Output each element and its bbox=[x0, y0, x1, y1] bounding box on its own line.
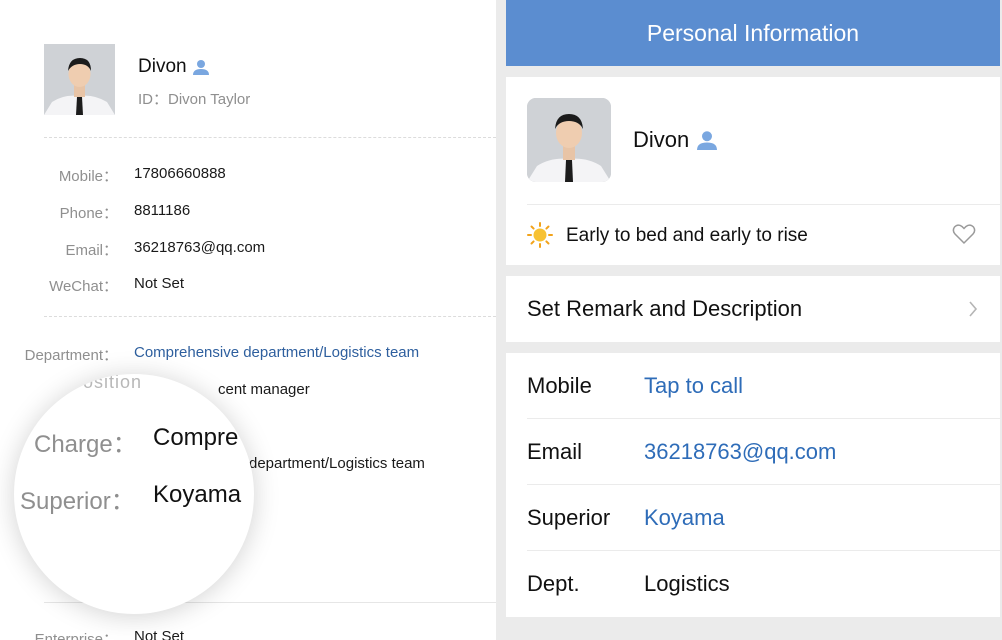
page-title: Personal Information bbox=[646, 19, 860, 46]
divider bbox=[44, 137, 496, 138]
avatar[interactable] bbox=[527, 98, 611, 182]
wechat-label: WeChat： bbox=[49, 278, 118, 295]
profile-name: Divon bbox=[138, 56, 187, 77]
person-icon bbox=[697, 130, 718, 150]
magnifier-charge-label: Charge： bbox=[34, 431, 137, 458]
department-value[interactable]: Comprehensive department/Logistics team bbox=[134, 344, 419, 361]
divider bbox=[527, 204, 1000, 205]
department-label: Department： bbox=[24, 347, 118, 364]
sun-icon bbox=[527, 222, 553, 253]
dept-row[interactable]: Dept. Logistics bbox=[506, 551, 1000, 617]
contact-detail-panel: Divon ID：Divon Taylor Mobile： 1780666088… bbox=[0, 0, 496, 640]
enterprise-row[interactable]: Enterprise： Not Set bbox=[0, 628, 496, 640]
personal-info-screen: Personal Information Divon Early to bed … bbox=[506, 0, 1000, 640]
email-row[interactable]: Email 36218763@qq.com bbox=[506, 419, 1000, 485]
email-link[interactable]: 36218763@qq.com bbox=[644, 439, 836, 465]
wechat-value: Not Set bbox=[134, 275, 185, 292]
nav-header: Personal Information bbox=[506, 0, 1000, 66]
wechat-row[interactable]: WeChat： Not Set bbox=[0, 275, 496, 295]
charge-value: department/Logistics team bbox=[249, 455, 425, 472]
contact-name: Divon bbox=[138, 56, 209, 78]
superior-row[interactable]: Superior Koyama bbox=[506, 485, 1000, 551]
info-card: Mobile Tap to call Email 36218763@qq.com… bbox=[506, 353, 1000, 617]
magnifier-superior-label: Superior： bbox=[20, 488, 135, 515]
email-label: Email： bbox=[65, 242, 118, 259]
profile-name: Divon bbox=[633, 127, 690, 152]
id-value: Divon Taylor bbox=[168, 91, 251, 108]
magnifier-superior-value: Koyama bbox=[153, 481, 242, 508]
phone-label: Phone： bbox=[59, 205, 118, 222]
mobile-row[interactable]: Mobile： 17806660888 bbox=[0, 165, 496, 185]
person-icon bbox=[192, 59, 209, 75]
position-value: cent manager bbox=[218, 381, 310, 398]
dept-label: Dept. bbox=[527, 571, 580, 596]
profile-card: Divon Early to bed and early to rise bbox=[506, 77, 1000, 265]
enterprise-label: Enterprise： bbox=[34, 631, 118, 640]
divider bbox=[44, 316, 496, 317]
email-row[interactable]: Email： 36218763@qq.com bbox=[0, 239, 496, 259]
profile-id: ID：Divon Taylor bbox=[138, 88, 250, 109]
superior-link[interactable]: Koyama bbox=[644, 505, 725, 531]
email-label: Email bbox=[527, 439, 583, 464]
dept-value: Logistics bbox=[644, 571, 730, 596]
phone-row[interactable]: Phone： 8811186 bbox=[0, 202, 496, 222]
mobile-label: Mobile： bbox=[58, 168, 118, 185]
mobile-row[interactable]: Mobile Tap to call bbox=[506, 353, 1000, 419]
id-label: ID： bbox=[138, 91, 169, 108]
mobile-value: 17806660888 bbox=[134, 165, 226, 182]
set-remark-row[interactable]: Set Remark and Description bbox=[506, 276, 1000, 342]
tap-to-call-link[interactable]: Tap to call bbox=[644, 373, 743, 399]
enterprise-value: Not Set bbox=[134, 628, 185, 640]
chevron-right-icon bbox=[968, 300, 978, 323]
heart-icon[interactable] bbox=[952, 223, 976, 250]
email-value: 36218763@qq.com bbox=[134, 239, 266, 256]
superior-label: Superior bbox=[527, 505, 611, 530]
magnifier-charge-value: Compre bbox=[153, 424, 239, 451]
set-remark-label: Set Remark and Description bbox=[527, 296, 803, 321]
status-text: Early to bed and early to rise bbox=[566, 225, 808, 246]
mobile-label: Mobile bbox=[527, 373, 592, 398]
department-row[interactable]: Department： Comprehensive department/Log… bbox=[0, 344, 496, 364]
magnifier-lens: Position Charge： Compre Superior： Koyama bbox=[14, 374, 254, 614]
magnifier-fragment: Position bbox=[70, 374, 143, 392]
phone-value: 8811186 bbox=[134, 202, 191, 219]
profile-name-row: Divon bbox=[633, 127, 718, 153]
avatar[interactable] bbox=[44, 44, 115, 115]
